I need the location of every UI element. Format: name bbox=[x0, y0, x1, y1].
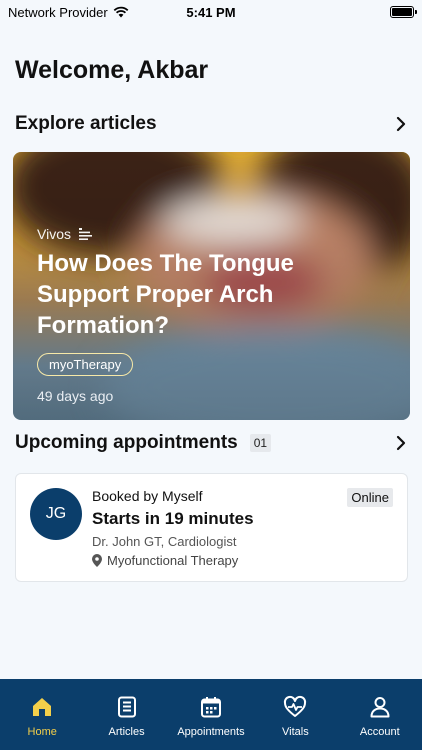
articles-section-title: Explore articles bbox=[15, 113, 157, 134]
tab-home-label: Home bbox=[27, 726, 57, 738]
battery-icon bbox=[390, 6, 417, 18]
appointment-booked-by: Booked by Myself bbox=[92, 488, 203, 504]
calendar-icon bbox=[200, 697, 221, 718]
tab-articles-label: Articles bbox=[108, 726, 145, 738]
tab-appointments[interactable]: Appointments bbox=[169, 695, 253, 738]
appointments-count-badge: 01 bbox=[249, 434, 272, 452]
avatar: JG bbox=[30, 488, 82, 540]
chevron-right-icon[interactable] bbox=[392, 115, 410, 133]
featured-article-card[interactable]: Vivos How Does The Tongue Support Proper… bbox=[13, 152, 410, 420]
appointment-therapy: Myofunctional Therapy bbox=[92, 553, 254, 568]
article-tag[interactable]: myoTherapy bbox=[37, 353, 134, 376]
appointment-therapy-label: Myofunctional Therapy bbox=[107, 553, 239, 568]
appointments-section-header[interactable]: Upcoming appointments 01 bbox=[15, 432, 410, 454]
tab-home[interactable]: Home bbox=[0, 695, 84, 738]
appointment-start-time: Starts in 19 minutes bbox=[92, 509, 254, 528]
appointments-section-title: Upcoming appointments bbox=[15, 432, 238, 453]
status-left: Network Provider bbox=[8, 5, 129, 20]
text-lines-icon bbox=[78, 227, 92, 240]
person-icon bbox=[370, 697, 390, 718]
articles-icon bbox=[117, 696, 136, 718]
welcome-heading: Welcome, Akbar bbox=[15, 56, 209, 84]
tab-bar: Home Articles Appointments Vitals Accoun… bbox=[0, 679, 422, 750]
tab-articles[interactable]: Articles bbox=[85, 695, 169, 738]
article-content: Vivos How Does The Tongue Support Proper… bbox=[37, 226, 390, 404]
tab-appointments-label: Appointments bbox=[177, 726, 245, 738]
tab-account[interactable]: Account bbox=[338, 695, 422, 738]
tab-account-label: Account bbox=[359, 726, 400, 738]
article-age: 49 days ago bbox=[37, 388, 114, 404]
wifi-icon bbox=[113, 6, 129, 18]
article-source: Vivos bbox=[37, 226, 390, 242]
tab-vitals-label: Vitals bbox=[282, 726, 309, 738]
online-badge: Online bbox=[347, 488, 393, 507]
carrier-label: Network Provider bbox=[8, 4, 108, 20]
article-title: How Does The Tongue Support Proper Arch … bbox=[37, 250, 294, 339]
home-icon bbox=[33, 698, 52, 716]
appointments-section-title-group: Upcoming appointments 01 bbox=[15, 432, 272, 454]
appointment-card[interactable]: JG Booked by Myself Starts in 19 minutes… bbox=[15, 473, 408, 582]
appointment-doctor: Dr. John GT, Cardiologist bbox=[92, 534, 237, 549]
status-bar: Network Provider 5:41 PM bbox=[0, 0, 422, 24]
article-source-label: Vivos bbox=[37, 226, 71, 242]
location-pin-icon bbox=[92, 554, 102, 567]
heart-pulse-icon bbox=[284, 695, 307, 717]
chevron-right-icon[interactable] bbox=[392, 434, 410, 452]
appointment-info: Booked by Myself Starts in 19 minutes Dr… bbox=[92, 488, 254, 568]
tab-vitals[interactable]: Vitals bbox=[253, 695, 337, 738]
articles-section-header[interactable]: Explore articles bbox=[15, 113, 410, 135]
